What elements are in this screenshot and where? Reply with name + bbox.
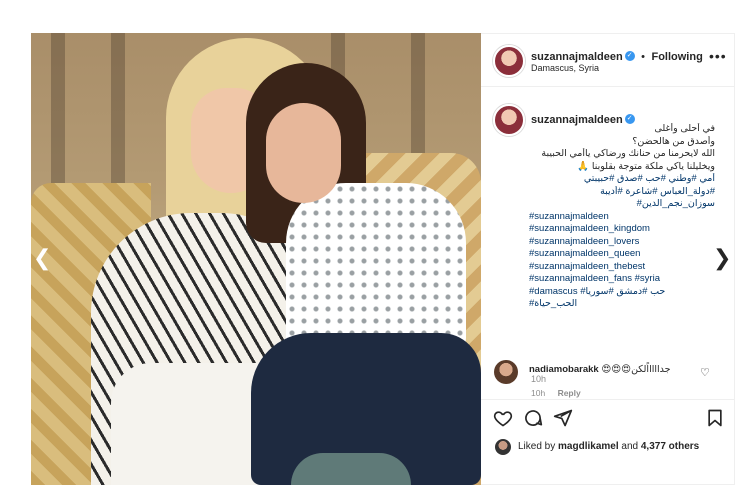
avatar[interactable] [493,45,525,77]
post-header: suzannajmaldeen ✓ • Following Damascus, S… [481,34,734,87]
caption-line[interactable]: #suzannajmaldeen_fans #syria [529,273,715,286]
plant [291,453,411,485]
caption-line[interactable]: #suzannajmaldeen_queen [529,248,715,261]
caption-text: في أحلى وأغلى وأصدق من هالحضن؟ الله لايحرم… [529,123,715,311]
heart-icon[interactable]: ♡ [700,366,710,379]
heart-icon[interactable] [493,408,513,428]
username-link[interactable]: suzannajmaldeen [531,51,623,63]
comment-icon[interactable] [523,408,543,428]
share-icon[interactable] [553,408,573,428]
caption-line[interactable]: #دولة_العباس #شاعرة #أديبة [529,186,715,199]
caption-line[interactable]: #الحب_حياة [529,298,715,311]
location-link[interactable]: Damascus, Syria [531,63,599,73]
caption-line: الله لايحرمنا من حنانك ورضاكي ياأمي الحب… [541,148,715,159]
curtain [111,33,125,183]
liker-username-link[interactable]: magdlikamel [558,441,619,452]
caption-line[interactable]: #damascus #حب #دمشق #سوريا [529,286,715,299]
comment-item: nadiamobarakk 😍😍😍جداااااًلكن ♡ 10h Reply [481,334,734,398]
reply-button[interactable]: Reply [558,388,581,398]
person-right-top [286,183,466,358]
following-button[interactable]: Following [651,51,702,63]
caption-line[interactable]: سوزان_نجم_الدين# [529,198,715,211]
avatar[interactable] [494,360,518,384]
likes-prefix: Liked by [518,441,556,452]
likes-text: Liked by magdlikamel and 4,377 others [518,441,699,452]
caption-line[interactable]: #suzannajmaldeen [529,211,715,224]
avatar[interactable] [493,104,525,136]
more-options-icon[interactable]: ••• [709,48,727,64]
comment-username-link[interactable]: nadiamobarakk [529,364,599,375]
avatar[interactable] [495,439,511,455]
action-bar [481,399,734,440]
likes-conjunction: and [621,441,639,452]
caption-line: ويخليلنا ياكي ملكة متوجة بقلوبنا 🙏 [577,160,715,172]
caption-line[interactable]: أمي #وطني #حب #صدق #حبيبتي [529,173,715,186]
comment-meta: 10h Reply [531,388,581,398]
caption-line: في أحلى وأغلى [654,123,715,134]
caption-line[interactable]: #suzannajmaldeen_thebest [529,261,715,274]
caption-line[interactable]: #suzannajmaldeen_kingdom [529,223,715,236]
comment-body: 😍😍😍جداااااًلكن [601,364,671,375]
person-right-face [266,103,341,203]
separator-dot: • [641,51,646,63]
comment-text: nadiamobarakk 😍😍😍جداااااًلكن [529,364,671,375]
chevron-left-icon[interactable]: ❮ [33,247,51,269]
likes-section: Liked by magdlikamel and 4,377 others [481,439,734,463]
bookmark-icon[interactable] [705,408,725,428]
caption-line[interactable]: #suzannajmaldeen_lovers [529,236,715,249]
caption-line: وأصدق من هالحضن؟ [632,135,715,147]
curtain [51,33,65,183]
likes-count-link[interactable]: 4,377 others [641,441,699,452]
post-photo[interactable] [31,33,481,485]
post-side-panel: suzannajmaldeen ✓ • Following Damascus, S… [481,33,735,485]
comment-time: 10h [531,388,546,398]
verified-badge-icon: ✓ [624,50,635,61]
